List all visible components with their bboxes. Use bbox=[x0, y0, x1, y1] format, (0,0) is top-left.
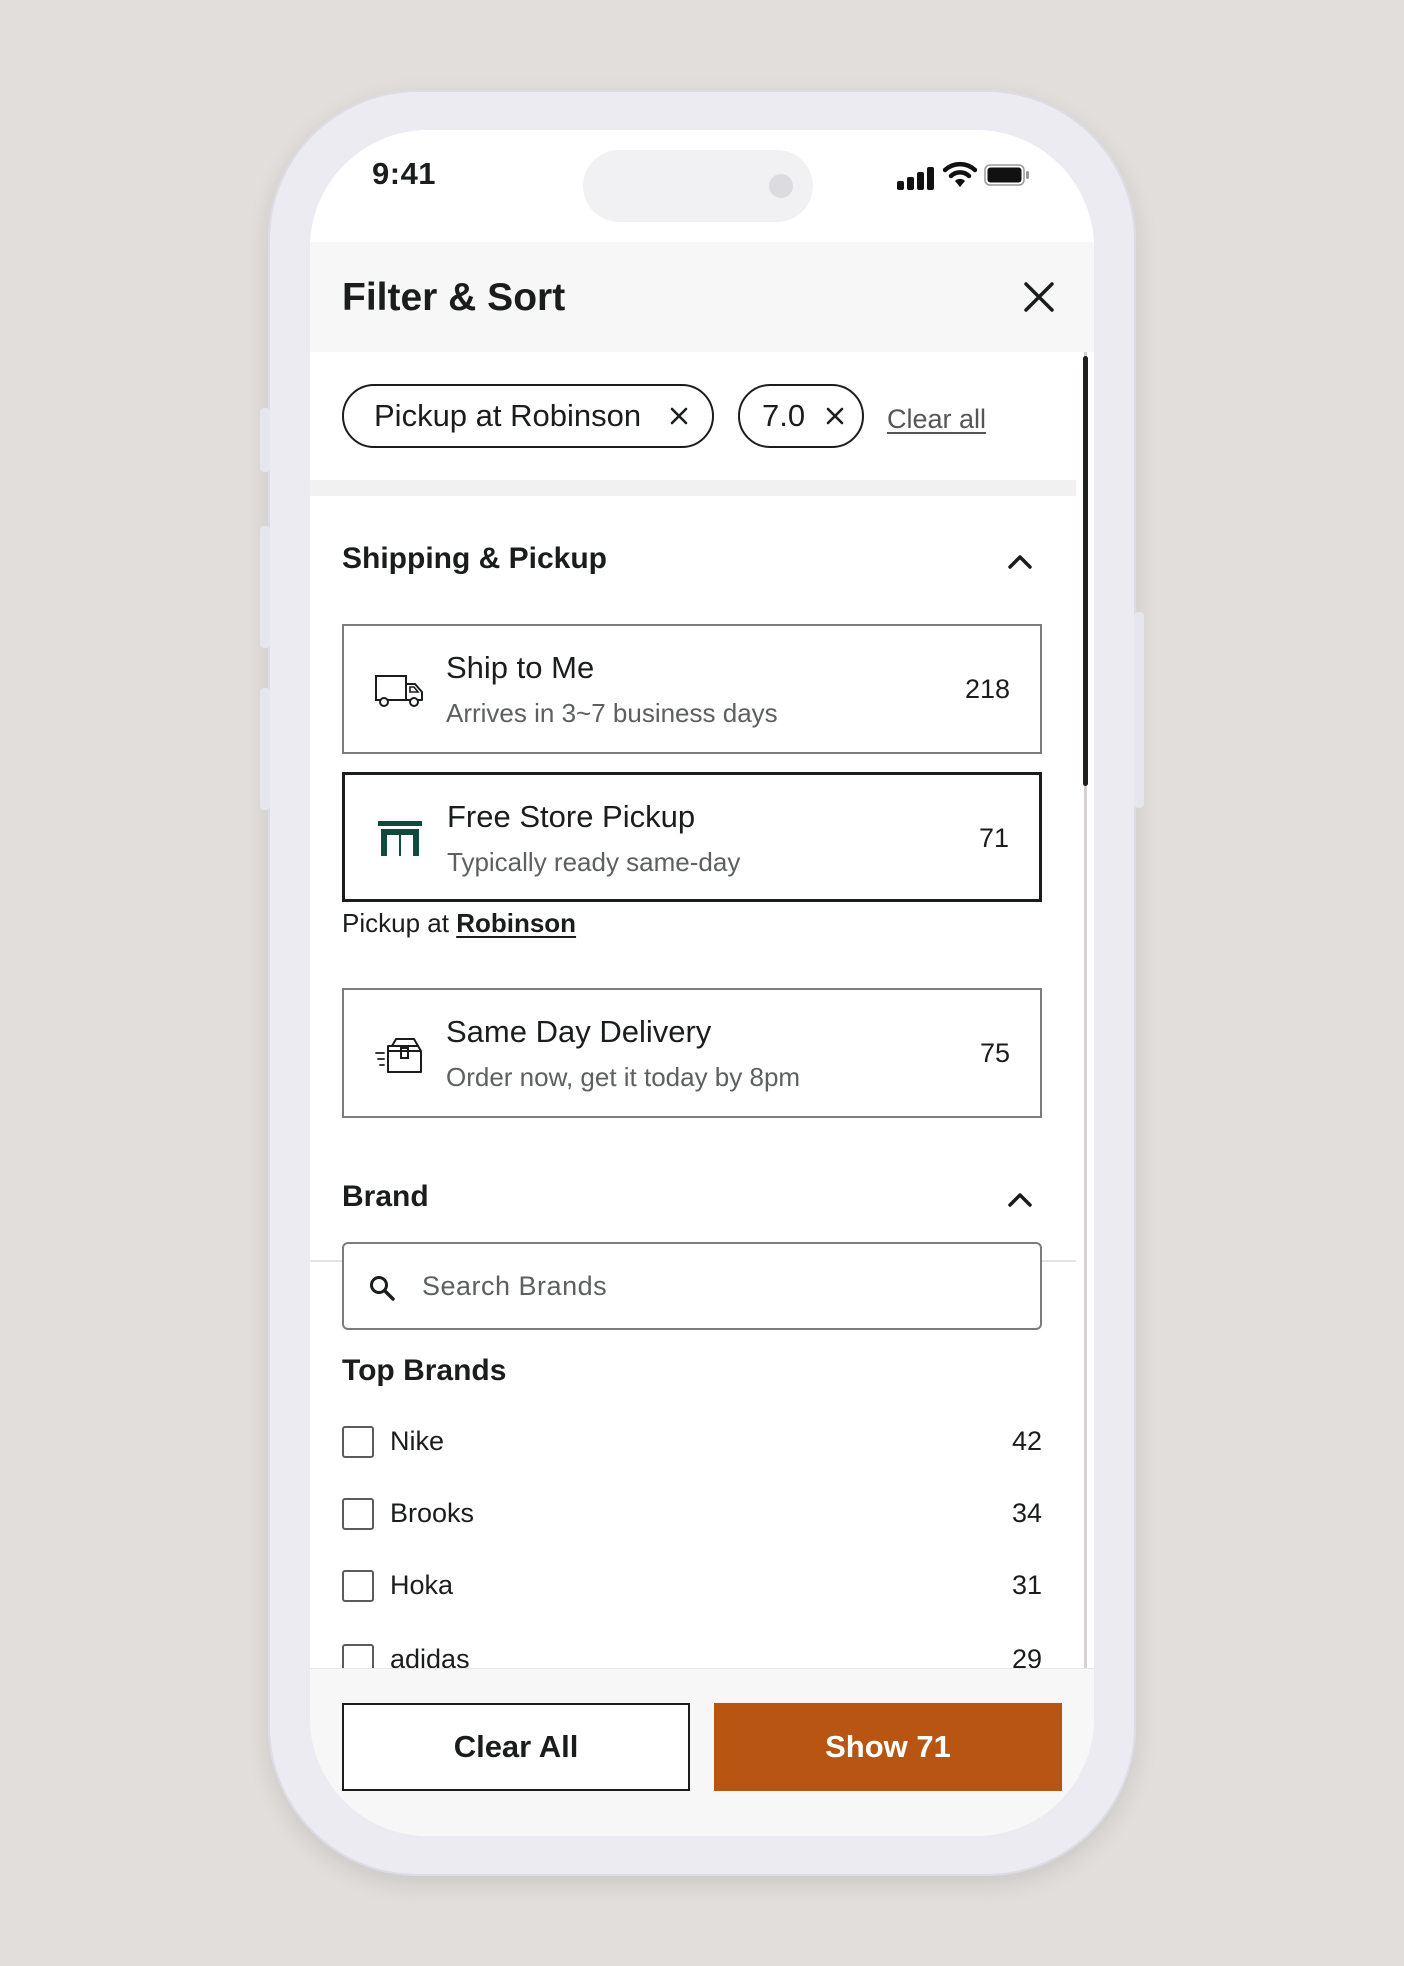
brand-search-field[interactable] bbox=[342, 1242, 1042, 1330]
clear-all-button[interactable]: Clear All bbox=[342, 1703, 690, 1791]
volume-down-button bbox=[260, 688, 270, 810]
checkbox[interactable] bbox=[342, 1570, 374, 1602]
brand-checkbox-row[interactable]: Hoka 31 bbox=[342, 1566, 1042, 1606]
brand-section-title[interactable]: Brand bbox=[342, 1180, 429, 1214]
option-label: Ship to Me bbox=[446, 650, 595, 685]
mute-switch bbox=[260, 408, 270, 472]
dynamic-island bbox=[583, 150, 813, 222]
option-description: Order now, get it today by 8pm bbox=[446, 1062, 801, 1092]
sheet-header: Filter & Sort bbox=[310, 242, 1094, 352]
brand-search-input[interactable] bbox=[422, 1264, 1002, 1308]
scrollbar-thumb[interactable] bbox=[1083, 356, 1088, 786]
option-label: Same Day Delivery bbox=[446, 1014, 712, 1049]
ship-to-me-option[interactable]: Ship to Me Arrives in 3~7 business days … bbox=[342, 624, 1042, 754]
applied-filters-bar: Pickup at Robinson 7.0 Clear all bbox=[310, 352, 1076, 480]
brand-count: 42 bbox=[1011, 1426, 1042, 1456]
option-description: Arrives in 3~7 business days bbox=[446, 698, 778, 728]
close-icon[interactable] bbox=[1022, 280, 1056, 314]
pickup-store-link[interactable]: Robinson bbox=[456, 908, 576, 938]
brand-name: Nike bbox=[390, 1426, 445, 1456]
brand-name: Hoka bbox=[390, 1570, 454, 1600]
chevron-up-icon[interactable] bbox=[1006, 552, 1034, 570]
battery-icon bbox=[984, 164, 1029, 186]
status-time: 9:41 bbox=[372, 156, 437, 191]
store-icon bbox=[378, 821, 422, 856]
brand-count: 34 bbox=[1011, 1498, 1042, 1528]
brand-count: 29 bbox=[1011, 1644, 1042, 1668]
shipping-section-title[interactable]: Shipping & Pickup bbox=[342, 542, 607, 576]
show-results-button[interactable]: Show 71 bbox=[714, 1703, 1062, 1791]
pickup-store-line: Pickup at Robinson bbox=[342, 908, 576, 939]
remove-filter-icon[interactable] bbox=[826, 407, 844, 425]
checkbox[interactable] bbox=[342, 1498, 374, 1530]
top-brands-title: Top Brands bbox=[342, 1354, 507, 1387]
section-separator bbox=[310, 480, 1076, 496]
option-count: 71 bbox=[978, 823, 1009, 853]
signal-icon bbox=[897, 166, 935, 190]
camera-icon bbox=[769, 174, 793, 198]
search-icon bbox=[370, 1276, 395, 1301]
brand-name: Brooks bbox=[390, 1498, 475, 1528]
brand-checkbox-row[interactable]: adidas 29 bbox=[342, 1640, 1042, 1668]
filter-chip-label: 7.0 bbox=[762, 398, 806, 433]
power-button bbox=[1134, 612, 1144, 808]
page-title: Filter & Sort bbox=[342, 276, 566, 319]
free-store-pickup-option[interactable]: Free Store Pickup Typically ready same-d… bbox=[342, 772, 1042, 902]
status-bar: 9:41 bbox=[310, 130, 1094, 242]
filter-chip-pickup[interactable]: Pickup at Robinson bbox=[342, 384, 714, 448]
truck-icon bbox=[375, 675, 423, 707]
same-day-delivery-option[interactable]: Same Day Delivery Order now, get it toda… bbox=[342, 988, 1042, 1118]
delivery-box-icon bbox=[375, 1038, 422, 1073]
brand-checkbox-row[interactable]: Brooks 34 bbox=[342, 1494, 1042, 1534]
chevron-up-icon[interactable] bbox=[1006, 1190, 1034, 1208]
volume-up-button bbox=[260, 526, 270, 648]
checkbox[interactable] bbox=[342, 1644, 374, 1668]
brand-checkbox-row[interactable]: Nike 42 bbox=[342, 1422, 1042, 1462]
option-description: Typically ready same-day bbox=[447, 847, 741, 877]
option-count: 75 bbox=[979, 1038, 1010, 1068]
pickup-prefix: Pickup at bbox=[342, 908, 449, 938]
brand-count: 31 bbox=[1011, 1570, 1042, 1600]
filter-chip-size[interactable]: 7.0 bbox=[738, 384, 864, 448]
filter-chip-label: Pickup at Robinson bbox=[374, 398, 642, 433]
filter-scroll-area[interactable]: Pickup at Robinson 7.0 Clear all Shippin… bbox=[310, 352, 1076, 1668]
checkbox[interactable] bbox=[342, 1426, 374, 1458]
option-label: Free Store Pickup bbox=[447, 799, 696, 834]
sheet-footer: Clear All Show 71 bbox=[310, 1668, 1094, 1836]
option-count: 218 bbox=[964, 674, 1010, 704]
brand-name: adidas bbox=[390, 1644, 470, 1668]
remove-filter-icon[interactable] bbox=[670, 407, 688, 425]
clear-all-link[interactable]: Clear all bbox=[887, 404, 986, 435]
screen: 9:41 Filter & Sort Pickup at Robinson 7.… bbox=[310, 130, 1094, 1836]
wifi-icon bbox=[943, 161, 977, 187]
